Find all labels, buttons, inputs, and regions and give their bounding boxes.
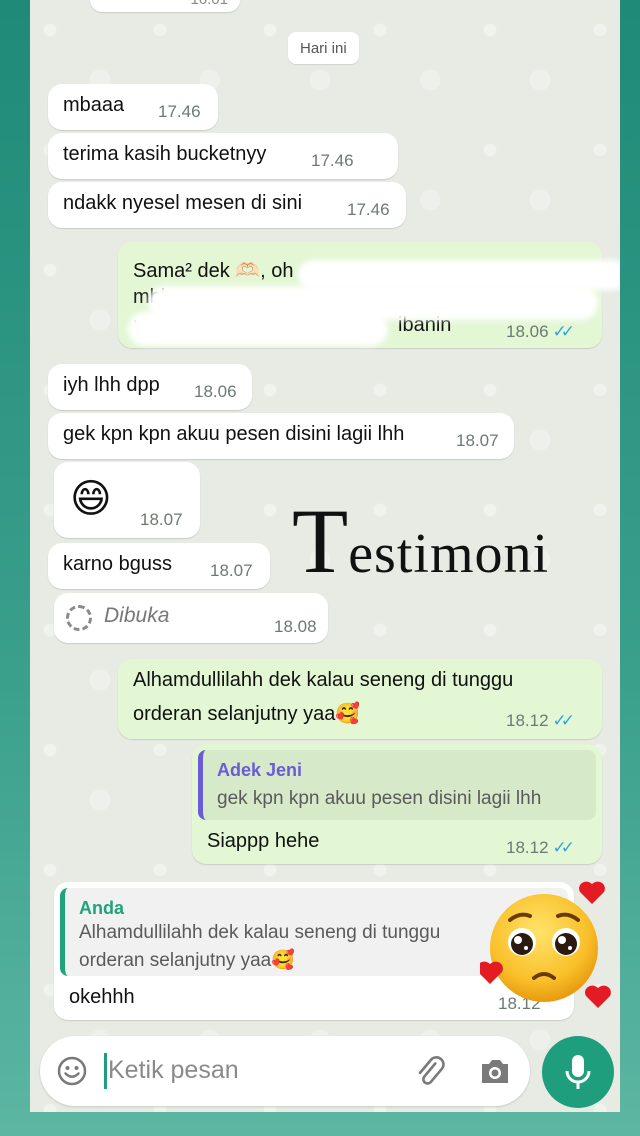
quoted-message[interactable]: Adek Jeni gek kpn kpn akuu pesen disini …	[198, 750, 596, 820]
message-text: gek kpn kpn akuu pesen disini lagii lhh	[63, 423, 405, 445]
message-text: ndakk nyesel mesen di sini	[63, 192, 303, 214]
quoted-text: orderan selanjutny yaa🥰	[79, 950, 295, 971]
message-bubble[interactable]: Alhamdullilahh dek kalau seneng di tungg…	[118, 659, 602, 739]
message-time: 16.01	[190, 0, 228, 8]
message-bubble[interactable]: karno bguss 18.07	[48, 543, 270, 589]
text-cursor	[104, 1053, 107, 1089]
message-text: okehhh	[69, 986, 135, 1008]
message-bubble[interactable]: mbaaa 17.46	[48, 84, 218, 130]
message-bubble[interactable]: iyh lhh dpp 18.06	[48, 364, 252, 410]
partial-message-bubble[interactable]: 16.01	[90, 0, 240, 12]
message-input-bar[interactable]: Ketik pesan	[40, 1036, 530, 1106]
message-time: 18.06 ✓✓	[506, 322, 575, 341]
message-input[interactable]: Ketik pesan	[108, 1056, 239, 1085]
message-text: Siappp hehe	[207, 830, 320, 852]
message-text: mbaaa	[63, 94, 125, 116]
voice-message-button[interactable]	[542, 1036, 614, 1108]
message-time: 18.07	[456, 431, 499, 450]
quoted-sender: Anda	[79, 898, 124, 918]
message-text: iyh lhh dpp	[63, 374, 160, 396]
message-time: 18.06	[194, 382, 237, 401]
message-time: 17.46	[158, 102, 201, 121]
quoted-text: gek kpn kpn akuu pesen disini lagii lhh	[217, 788, 542, 809]
redaction-blur	[128, 312, 388, 346]
grinning-face-icon: 😄	[70, 477, 112, 521]
microphone-icon	[565, 1055, 591, 1089]
quoted-text: Alhamdullilahh dek kalau seneng di tungg…	[79, 922, 441, 943]
emoji-icon[interactable]	[56, 1055, 88, 1087]
testimoni-watermark: Testimoni	[292, 490, 550, 592]
message-text: terima kasih bucketnyy	[63, 143, 267, 165]
camera-icon[interactable]	[478, 1056, 512, 1086]
message-time: 17.46	[347, 200, 390, 219]
pleading-face-with-hearts-icon	[480, 881, 611, 1008]
message-bubble[interactable]: 😄 18.07	[54, 462, 200, 538]
message-time: 18.08	[274, 617, 317, 636]
message-text: orderan selanjutny yaa🥰	[133, 703, 361, 725]
message-time: 18.12 ✓✓	[506, 711, 575, 730]
view-once-icon	[66, 605, 92, 631]
message-text: Sama² dek 🫶🏻, oh	[133, 260, 294, 282]
read-ticks-icon: ✓✓	[552, 711, 575, 730]
message-time: 18.07	[140, 510, 183, 529]
message-bubble[interactable]: terima kasih bucketnyy 17.46	[48, 133, 398, 179]
message-text: karno bguss	[63, 553, 172, 575]
message-text: Alhamdullilahh dek kalau seneng di tungg…	[133, 669, 514, 691]
message-time: 18.12 ✓✓	[506, 838, 575, 857]
date-chip: Hari ini	[288, 32, 359, 64]
quoted-sender: Adek Jeni	[217, 760, 303, 780]
message-time: 17.46	[311, 151, 354, 170]
message-time: 18.07	[210, 561, 253, 580]
view-once-media-bubble[interactable]: Dibuka 18.08	[54, 593, 328, 643]
message-bubble[interactable]: ndakk nyesel mesen di sini 17.46	[48, 182, 406, 228]
read-ticks-icon: ✓✓	[552, 838, 575, 857]
message-bubble[interactable]: gek kpn kpn akuu pesen disini lagii lhh …	[48, 413, 514, 459]
attachment-icon[interactable]	[412, 1054, 448, 1090]
read-ticks-icon: ✓✓	[552, 322, 575, 341]
view-once-label: Dibuka	[104, 604, 170, 627]
message-bubble[interactable]: Sama² dek 🫶🏻, oh mbk n ibanin 18.06✓✓	[118, 242, 620, 348]
reply-message-bubble[interactable]: Adek Jeni gek kpn kpn akuu pesen disini …	[192, 744, 602, 864]
